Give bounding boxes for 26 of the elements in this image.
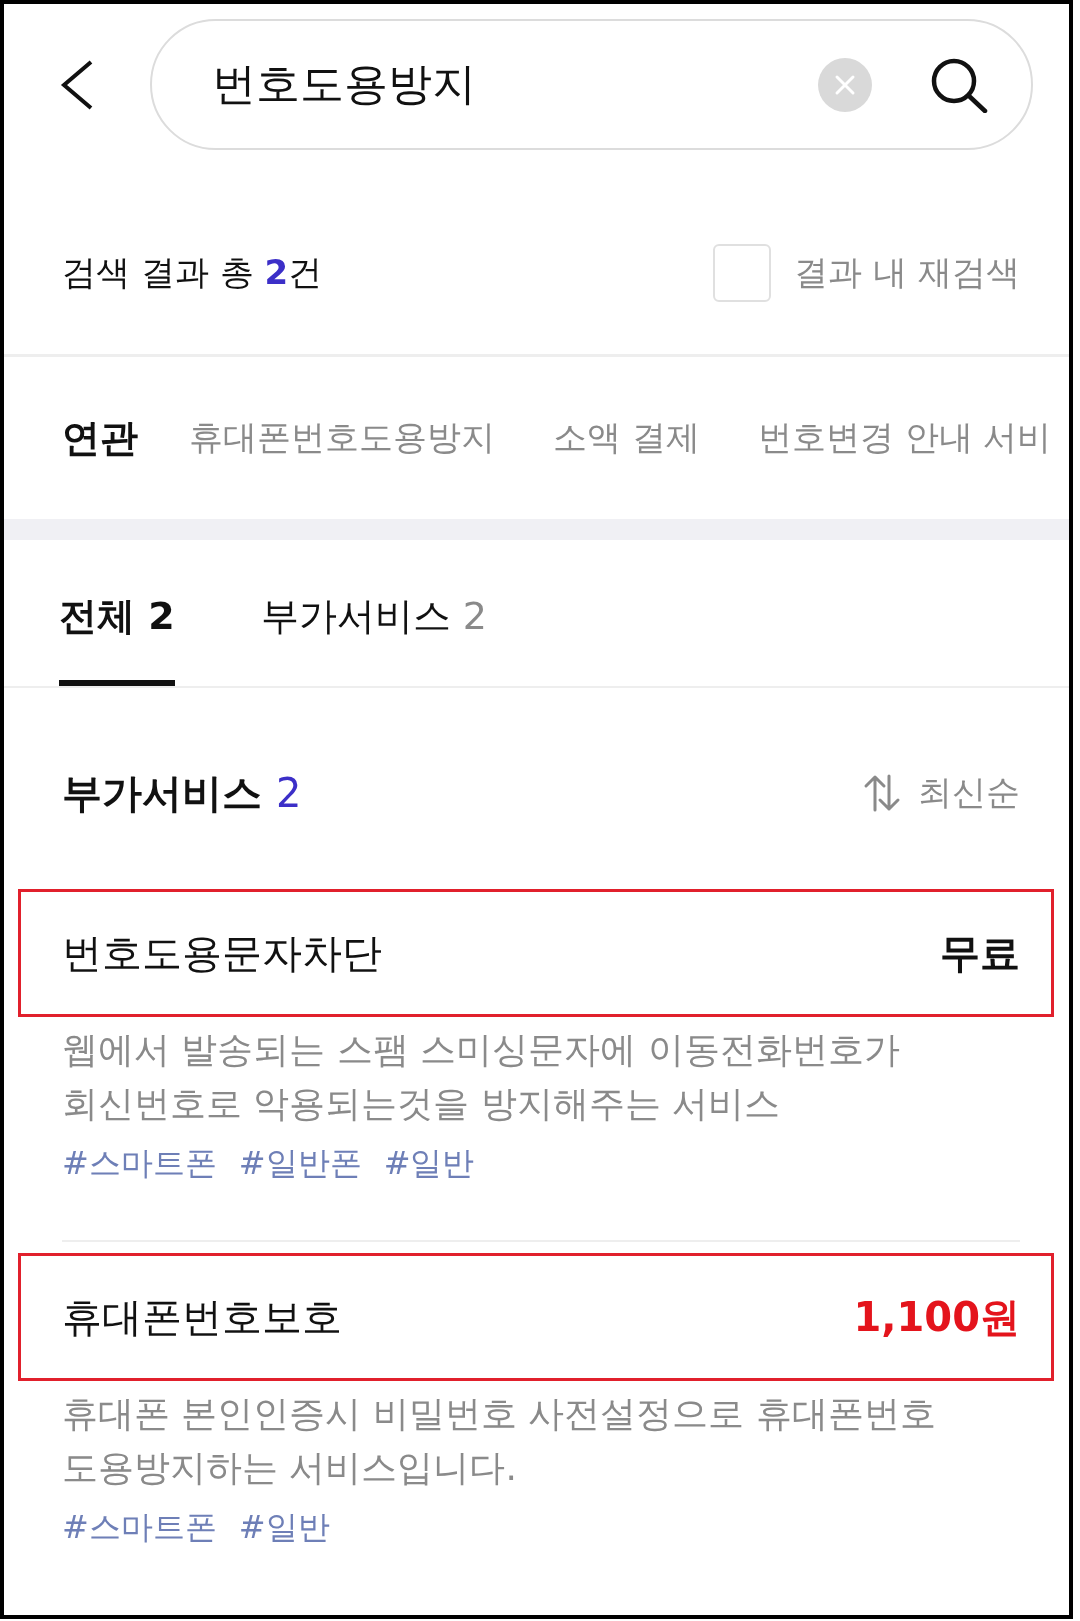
price-label: 무료 — [940, 928, 1020, 978]
related-keyword[interactable]: 소액 결제 — [553, 415, 700, 461]
hashtag-link[interactable]: #스마트폰 — [62, 1143, 217, 1183]
sort-button[interactable]: 최신순 — [863, 770, 1020, 816]
result-count-text: 검색 결과 총 2건 — [62, 250, 323, 294]
hashtag-link[interactable]: #스마트폰 — [62, 1507, 217, 1547]
refine-search-label[interactable]: 결과 내 재검색 — [794, 249, 1020, 296]
service-description: 웹에서 발송되는 스팸 스미싱문자에 이동전화번호가 회신번호로 악용되는것을 방지해주는 서비스 — [62, 1028, 901, 1126]
search-input[interactable]: 번호도용방지 — [212, 59, 760, 110]
section-title: 부가서비스 2 — [62, 768, 302, 818]
service-name[interactable]: 번호도용문자차단 — [62, 925, 382, 981]
related-keyword[interactable]: 번호변경 안내 서비 — [757, 415, 1052, 461]
tab[interactable]: 전체 2 — [59, 540, 175, 686]
service-description: 휴대폰 본인인증시 비밀번호 사전설정으로 휴대폰번호 도용방지하는 서비스입니다. — [62, 1392, 937, 1490]
related-label: 연관 — [62, 414, 138, 462]
related-keyword[interactable]: 휴대폰번호도용방지 — [189, 415, 495, 461]
hashtag-link[interactable]: #일반 — [383, 1143, 475, 1183]
hashtag-link[interactable]: #일반 — [238, 1507, 330, 1547]
tab[interactable]: 부가서비스 2 — [260, 540, 487, 686]
checkbox[interactable] — [713, 243, 772, 302]
search-icon[interactable] — [930, 56, 988, 113]
service-name[interactable]: 휴대폰번호보호 — [62, 1289, 342, 1345]
hashtag-link[interactable]: #일반폰 — [238, 1143, 362, 1183]
sort-icon — [863, 774, 901, 812]
back-icon[interactable] — [60, 58, 94, 111]
price-label: 1,100원 — [853, 1292, 1020, 1342]
